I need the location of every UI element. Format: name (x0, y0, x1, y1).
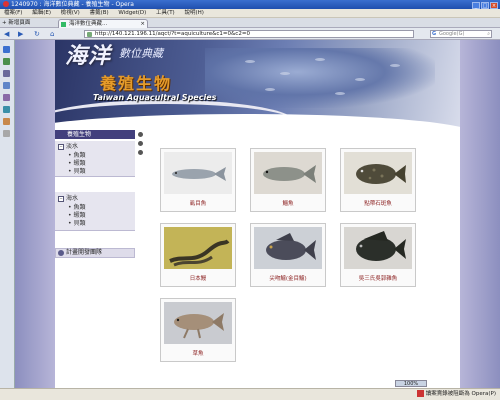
windows-panel-icon[interactable] (3, 118, 10, 125)
species-card[interactable]: 草魚 (160, 298, 236, 362)
barramundi-image (254, 227, 322, 269)
new-tab-button[interactable]: + 新增頁面 (2, 19, 30, 27)
opera-logo-icon (3, 1, 9, 7)
team-icon (58, 250, 64, 256)
close-button[interactable]: × (490, 2, 498, 9)
side-panel (0, 40, 15, 388)
tab-close-icon[interactable]: × (140, 20, 145, 28)
back-icon[interactable]: ◀ (4, 30, 9, 38)
search-placeholder: Google(G) (439, 31, 465, 37)
nav-group-seawater: − 海水 • 魚類 • 蝦類 • 貝類 (55, 192, 135, 231)
nav-item-seawater-fish[interactable]: • 魚類 (68, 204, 85, 211)
popup-blocked-icon (416, 390, 424, 397)
species-name: 尖吻鱸(金目鱸) (269, 276, 307, 282)
tab-label: 海洋數位典藏... (69, 21, 108, 27)
page-background-left (15, 40, 55, 388)
menu-bar: 檔案(F) 編輯(E) 檢視(V) 書籤(B) Widget(D) 工具(T) … (0, 9, 500, 18)
site-info-icon[interactable] (87, 32, 92, 37)
grouper-image (344, 152, 412, 194)
search-field[interactable]: G Google(G) ⌕ (430, 30, 492, 38)
address-toolbar: ◀ ▶ ↻ ⌂ http://140.121.196.11/aqct/?t=aq… (0, 28, 500, 40)
downloads-panel-icon[interactable] (3, 82, 10, 89)
minimize-button[interactable]: _ (472, 2, 480, 9)
window-titlebar: 1240970 : 海洋數位典藏 - 養殖生物 - Opera _ □ × (0, 0, 500, 9)
left-navigation: 養殖生物 − 淡水 • 魚類 • 蝦類 • 貝類 − 海水 • 魚類 • 蝦類 • … (55, 130, 143, 370)
nav-category-freshwater[interactable]: − 淡水 (58, 143, 78, 150)
tilapia-image (344, 227, 412, 269)
links-panel-icon[interactable] (3, 106, 10, 113)
nav-group-freshwater: − 淡水 • 魚類 • 蝦類 • 貝類 (55, 141, 135, 177)
site-container: 海洋 數位典藏 養殖生物 Taiwan Aquacultral Species … (55, 40, 460, 388)
species-card[interactable]: 日本鰻 (160, 223, 236, 287)
search-icon[interactable]: ⌕ (487, 31, 490, 38)
team-link[interactable]: 計畫開發團隊 (55, 248, 135, 258)
banner-fish-school-image (205, 48, 435, 108)
nav-heading[interactable]: 養殖生物 (55, 130, 135, 139)
info-panel-icon[interactable] (3, 130, 10, 137)
banner-subtitle: 數位典藏 (119, 47, 163, 60)
url-text: http://140.121.196.11/aqct/?t=aquicultur… (95, 31, 250, 37)
forward-icon[interactable]: ▶ (18, 30, 23, 38)
tab-active[interactable]: 海洋數位典藏... × (58, 19, 148, 28)
team-label: 計畫開發團隊 (66, 249, 103, 256)
species-name: 點帶石斑魚 (364, 201, 392, 207)
species-name: 虱目魚 (189, 201, 207, 207)
species-name: 草魚 (192, 351, 204, 357)
status-text[interactable]: 讀案賣錄被阻斷為 Opera(P) (416, 389, 496, 400)
history-panel-icon[interactable] (3, 94, 10, 101)
window-title: 1240970 : 海洋數位典藏 - 養殖生物 - Opera (11, 1, 134, 8)
widgets-panel-icon[interactable] (3, 58, 10, 65)
nav-item-freshwater-fish[interactable]: • 魚類 (68, 152, 85, 159)
species-name: 日本鰻 (189, 276, 207, 282)
species-card[interactable]: 虱目魚 (160, 148, 236, 212)
species-card[interactable]: 點帶石斑魚 (340, 148, 416, 212)
site-banner: 海洋 數位典藏 養殖生物 Taiwan Aquacultral Species (55, 40, 460, 130)
grass-carp-image (164, 302, 232, 344)
notes-panel-icon[interactable] (3, 70, 10, 77)
bookmarks-panel-icon[interactable] (3, 46, 10, 53)
section-title-en: Taiwan Aquacultral Species (93, 93, 217, 102)
menu-edit[interactable]: 編輯(E) (32, 10, 51, 16)
section-title: 養殖生物 (100, 74, 173, 93)
page-favicon-icon (61, 22, 66, 27)
menu-view[interactable]: 檢視(V) (61, 10, 80, 16)
url-field[interactable]: http://140.121.196.11/aqct/?t=aquicultur… (84, 30, 414, 38)
reload-icon[interactable]: ↻ (34, 30, 40, 38)
nav-category-seawater[interactable]: − 海水 (58, 195, 78, 202)
species-card[interactable]: 吳三氏吳郭雜魚 (340, 223, 416, 287)
milkfish-image (164, 152, 232, 194)
menu-widgets[interactable]: Widget(D) (118, 10, 146, 16)
tab-bar: + 新增頁面 海洋數位典藏... × (0, 18, 500, 28)
menu-help[interactable]: 說明(H) (184, 10, 203, 16)
nav-item-seawater-shrimp[interactable]: • 蝦類 (68, 212, 85, 219)
species-card[interactable]: 鯔魚 (250, 148, 326, 212)
status-bar: 讀案賣錄被阻斷為 Opera(P) (0, 388, 500, 400)
species-name: 鯔魚 (282, 201, 294, 207)
nav-item-freshwater-shrimp[interactable]: • 蝦類 (68, 160, 85, 167)
menu-tools[interactable]: 工具(T) (156, 10, 175, 16)
collapse-icon[interactable]: − (58, 195, 64, 202)
nav-dots (138, 132, 143, 159)
eel-image (164, 227, 232, 269)
banner-title: 海洋 (65, 43, 112, 69)
species-name: 吳三氏吳郭雜魚 (358, 276, 398, 282)
collapse-icon[interactable]: − (58, 143, 64, 150)
nav-item-freshwater-shellfish[interactable]: • 貝類 (68, 168, 85, 175)
mullet-image (254, 152, 322, 194)
nav-item-seawater-shellfish[interactable]: • 貝類 (68, 220, 85, 227)
menu-bookmarks[interactable]: 書籤(B) (90, 10, 109, 16)
page-viewport: 海洋 數位典藏 養殖生物 Taiwan Aquacultral Species … (15, 40, 500, 388)
page-background-right (460, 40, 500, 388)
menu-file[interactable]: 檔案(F) (4, 10, 22, 16)
zoom-control[interactable]: 100% (395, 380, 427, 387)
home-icon[interactable]: ⌂ (50, 30, 54, 38)
maximize-button[interactable]: □ (481, 2, 489, 9)
species-card[interactable]: 尖吻鱸(金目鱸) (250, 223, 326, 287)
google-icon: G (432, 31, 437, 37)
